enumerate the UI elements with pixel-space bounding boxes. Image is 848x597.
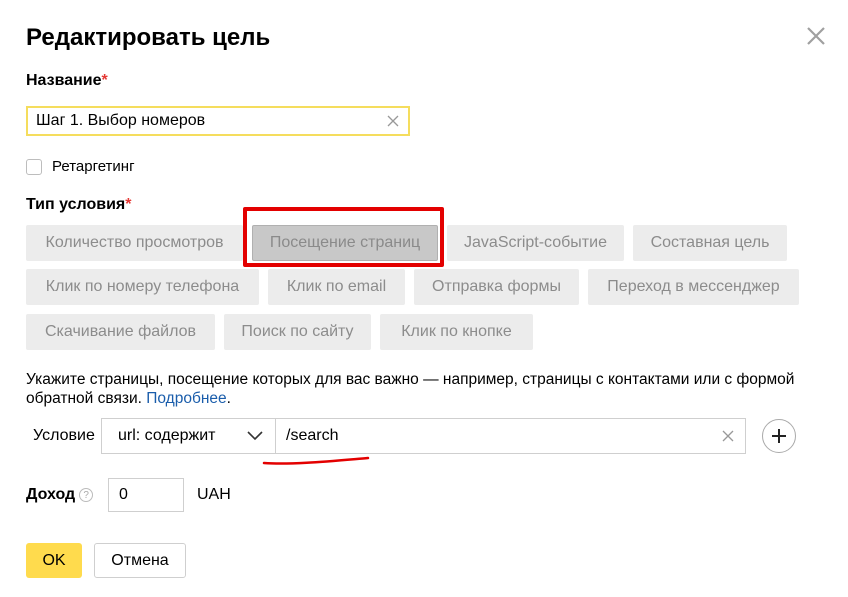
- income-input[interactable]: 0: [108, 478, 184, 512]
- chip-javascript-event[interactable]: JavaScript-событие: [447, 225, 624, 261]
- chip-site-search[interactable]: Поиск по сайту: [224, 314, 371, 350]
- cancel-button[interactable]: Отмена: [94, 543, 186, 578]
- ok-button[interactable]: OK: [26, 543, 82, 578]
- chip-phone-click[interactable]: Клик по номеру телефона: [26, 269, 259, 305]
- clear-icon[interactable]: [386, 114, 400, 128]
- required-mark: *: [125, 196, 132, 213]
- required-mark: *: [101, 72, 108, 89]
- description-text: Укажите страницы, посещение которых для …: [26, 370, 826, 408]
- description-body: Укажите страницы, посещение которых для …: [26, 371, 795, 407]
- help-icon[interactable]: ?: [79, 488, 94, 502]
- highlight-box: [243, 207, 444, 267]
- retargeting-label: Ретаргетинг: [52, 158, 135, 175]
- condition-label: Условие: [33, 427, 95, 444]
- match-type-select[interactable]: url: содержит: [101, 418, 276, 454]
- description-end: .: [226, 390, 231, 407]
- clear-icon[interactable]: [721, 429, 735, 443]
- more-link[interactable]: Подробнее: [146, 390, 226, 407]
- condition-type-label: Тип условия*: [26, 196, 131, 214]
- name-input-value: Шаг 1. Выбор номеров: [36, 112, 206, 129]
- close-icon[interactable]: [804, 24, 828, 48]
- chip-page-views[interactable]: Количество просмотров: [26, 225, 243, 261]
- currency-label: UAH: [197, 486, 231, 503]
- chip-form-submit[interactable]: Отправка формы: [414, 269, 579, 305]
- url-input[interactable]: /search: [275, 418, 746, 454]
- name-label-text: Название: [26, 72, 102, 89]
- retargeting-checkbox[interactable]: [26, 158, 42, 175]
- chip-file-download[interactable]: Скачивание файлов: [26, 314, 215, 350]
- income-label: Доход ?: [26, 486, 94, 504]
- income-label-text: Доход: [26, 486, 76, 503]
- plus-icon: [772, 429, 786, 443]
- match-type-value: url: содержит: [118, 427, 216, 444]
- name-input[interactable]: Шаг 1. Выбор номеров: [26, 106, 410, 136]
- name-label: Название*: [26, 72, 108, 90]
- retargeting-checkbox-row[interactable]: Ретаргетинг: [26, 158, 135, 175]
- chip-messenger-click[interactable]: Переход в мессенджер: [588, 269, 799, 305]
- chip-button-click[interactable]: Клик по кнопке: [380, 314, 533, 350]
- chevron-down-icon: [247, 431, 263, 441]
- add-condition-button[interactable]: [762, 419, 796, 453]
- chip-composite-goal[interactable]: Составная цель: [633, 225, 787, 261]
- dialog-title: Редактировать цель: [26, 24, 271, 51]
- condition-type-label-text: Тип условия: [26, 196, 126, 213]
- red-underline: [262, 456, 370, 465]
- chip-email-click[interactable]: Клик по email: [268, 269, 405, 305]
- url-input-value: /search: [286, 427, 339, 444]
